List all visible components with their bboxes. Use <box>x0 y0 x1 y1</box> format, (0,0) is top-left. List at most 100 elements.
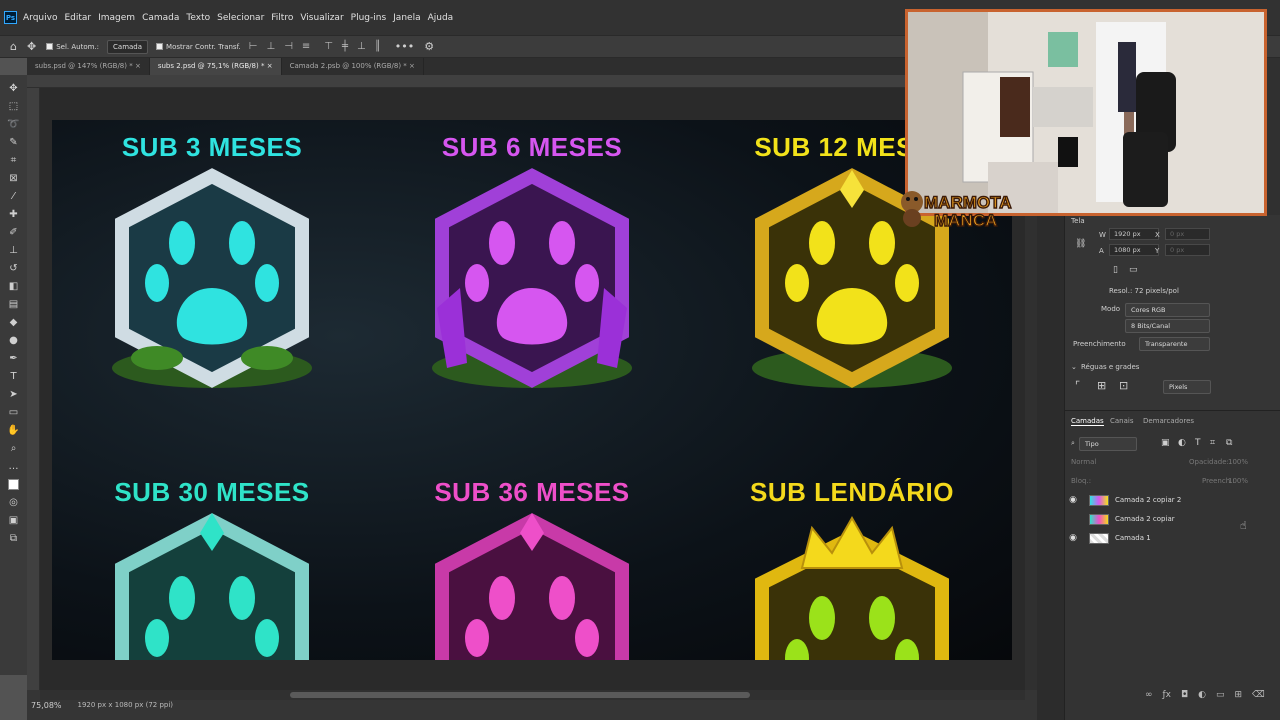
menu-texto[interactable]: Texto <box>186 13 210 23</box>
gradient-icon[interactable]: ▤ <box>6 297 22 312</box>
fx-icon[interactable]: ƒx <box>1163 690 1172 700</box>
tab-camada-2-psb[interactable]: Camada 2.psb @ 100% (RGB/8) * × <box>282 58 424 75</box>
align-hcenter-icon[interactable]: ⊥ <box>266 41 275 52</box>
menu-imagem[interactable]: Imagem <box>98 13 135 23</box>
portrait-orientation-icon[interactable]: ▯ <box>1113 265 1118 275</box>
foreground-color-swatch[interactable] <box>8 478 19 490</box>
marquee-tool-icon[interactable]: ⬚ <box>6 99 22 114</box>
chevron-down-icon[interactable]: ⌄ <box>1071 363 1077 371</box>
more-options-icon[interactable]: ••• <box>395 40 414 53</box>
layer-row[interactable]: ◉ Camada 2 copiar 2 <box>1065 491 1280 509</box>
document-info[interactable]: 1920 px x 1080 px (72 ppi) <box>78 701 174 709</box>
link-icon[interactable]: ⛓ <box>1075 239 1086 249</box>
menu-camada[interactable]: Camada <box>142 13 179 23</box>
tab-subs-2-psd[interactable]: subs 2.psd @ 75,1% (RGB/8) * × <box>149 58 282 75</box>
align-top-icon[interactable]: ⊤ <box>324 41 333 52</box>
tab-demarcadores[interactable]: Demarcadores <box>1143 417 1194 425</box>
scrollbar-thumb[interactable] <box>290 692 750 698</box>
show-transform-checkbox[interactable]: Mostrar Contr. Transf. <box>156 43 241 51</box>
group-icon[interactable]: ▭ <box>1216 690 1225 700</box>
more-tools-icon[interactable]: … <box>6 459 22 474</box>
filter-shape-icon[interactable]: ⌗ <box>1210 438 1215 448</box>
quick-select-icon[interactable]: ✎ <box>6 135 22 150</box>
y-field[interactable]: 0 px <box>1165 244 1210 256</box>
filter-image-icon[interactable]: ▣ <box>1161 438 1170 448</box>
horizontal-scrollbar[interactable] <box>40 690 1025 700</box>
align-vcenter-icon[interactable]: ╪ <box>342 41 348 52</box>
menu-selecionar[interactable]: Selecionar <box>217 13 264 23</box>
adjustment-layer-icon[interactable]: ◐ <box>1198 690 1206 700</box>
pen-tool-icon[interactable]: ✒ <box>6 351 22 366</box>
fill-dropdown[interactable]: Transparente <box>1139 337 1210 351</box>
close-icon[interactable]: × <box>135 62 141 70</box>
distribute-v-icon[interactable]: ║ <box>375 41 381 52</box>
auto-select-dropdown[interactable]: Camada <box>107 39 149 54</box>
close-icon[interactable]: × <box>267 62 273 70</box>
move-tool-icon[interactable]: ✥ <box>27 40 36 53</box>
layer-row[interactable]: Camada 2 copiar <box>1065 510 1280 528</box>
zoom-tool-icon[interactable]: ⌕ <box>6 441 22 456</box>
history-brush-icon[interactable]: ↺ <box>6 261 22 276</box>
healing-brush-icon[interactable]: ✚ <box>6 207 22 222</box>
frame-tool-icon[interactable]: ⊠ <box>6 171 22 186</box>
align-right-icon[interactable]: ⊣ <box>284 41 293 52</box>
move-tool-icon[interactable]: ✥ <box>6 81 22 96</box>
distribute-icon[interactable]: ≡ <box>302 41 310 52</box>
artboard-icon[interactable]: ⧉ <box>6 531 22 546</box>
blur-icon[interactable]: ◆ <box>6 315 22 330</box>
menu-arquivo[interactable]: Arquivo <box>23 13 57 23</box>
canvas-artboard[interactable]: SUB 3 MESES SUB 6 MESES SUB 12 MESES SUB… <box>52 120 1012 660</box>
eye-icon[interactable]: ◉ <box>1065 495 1081 505</box>
eraser-icon[interactable]: ◧ <box>6 279 22 294</box>
align-bottom-icon[interactable]: ⊥ <box>357 41 366 52</box>
landscape-orientation-icon[interactable]: ▭ <box>1129 265 1138 275</box>
layer-name[interactable]: Camada 2 copiar 2 <box>1115 496 1181 504</box>
layer-filter-dropdown[interactable]: Tipo <box>1079 437 1137 451</box>
x-field[interactable]: 0 px <box>1165 228 1210 240</box>
color-mode-dropdown[interactable]: Cores RGB <box>1125 303 1210 317</box>
layer-row[interactable]: ◉ Camada 1 <box>1065 529 1280 547</box>
width-field[interactable]: 1920 px <box>1109 228 1159 240</box>
units-dropdown[interactable]: Pixels <box>1163 380 1211 394</box>
trash-icon[interactable]: ⌫ <box>1252 690 1265 700</box>
tab-camadas[interactable]: Camadas <box>1071 417 1104 426</box>
grid-toggle-icon[interactable]: ⊞ <box>1097 379 1106 392</box>
rectangle-tool-icon[interactable]: ▭ <box>6 405 22 420</box>
menu-plugins[interactable]: Plug-ins <box>351 13 387 23</box>
menu-janela[interactable]: Janela <box>393 13 420 23</box>
crop-tool-icon[interactable]: ⌗ <box>6 153 22 168</box>
tab-subs-psd[interactable]: subs.psd @ 147% (RGB/8) * × <box>27 58 150 75</box>
dodge-icon[interactable]: ● <box>6 333 22 348</box>
zoom-level[interactable]: 75,08% <box>31 701 62 710</box>
layer-name[interactable]: Camada 1 <box>1115 534 1151 542</box>
mask-icon[interactable]: ◘ <box>1181 690 1188 700</box>
photoshop-logo-icon[interactable]: Ps <box>4 11 17 24</box>
height-field[interactable]: 1080 px <box>1109 244 1159 256</box>
close-icon[interactable]: × <box>409 62 415 70</box>
hand-tool-icon[interactable]: ✋ <box>6 423 22 438</box>
type-tool-icon[interactable]: T <box>6 369 22 384</box>
filter-smart-object-icon[interactable]: ⧉ <box>1226 438 1232 448</box>
menu-filtro[interactable]: Filtro <box>271 13 293 23</box>
gear-icon[interactable]: ⚙ <box>424 40 434 53</box>
home-icon[interactable]: ⌂ <box>10 40 17 53</box>
opacity-value[interactable]: 100% <box>1228 458 1248 466</box>
guides-toggle-icon[interactable]: ⊡ <box>1119 379 1128 392</box>
filter-type-icon[interactable]: T <box>1195 438 1201 448</box>
stamp-tool-icon[interactable]: ⊥ <box>6 243 22 258</box>
brush-tool-icon[interactable]: ✐ <box>6 225 22 240</box>
menu-visualizar[interactable]: Visualizar <box>300 13 343 23</box>
color-swatches[interactable] <box>6 477 22 492</box>
menu-editar[interactable]: Editar <box>64 13 91 23</box>
eye-icon[interactable]: ◉ <box>1065 533 1081 543</box>
align-left-icon[interactable]: ⊢ <box>249 41 258 52</box>
filter-adjustment-icon[interactable]: ◐ <box>1178 438 1186 448</box>
quick-mask-icon[interactable]: ◎ <box>6 495 22 510</box>
screen-mode-icon[interactable]: ▣ <box>6 513 22 528</box>
fill-opacity-value[interactable]: 100% <box>1228 477 1248 485</box>
eyedropper-icon[interactable]: ⁄ <box>6 189 22 204</box>
path-select-icon[interactable]: ➤ <box>6 387 22 402</box>
auto-select-checkbox[interactable]: Sel. Autom.: <box>46 43 99 51</box>
tab-canais[interactable]: Canais <box>1110 417 1134 425</box>
layer-name[interactable]: Camada 2 copiar <box>1115 515 1175 523</box>
